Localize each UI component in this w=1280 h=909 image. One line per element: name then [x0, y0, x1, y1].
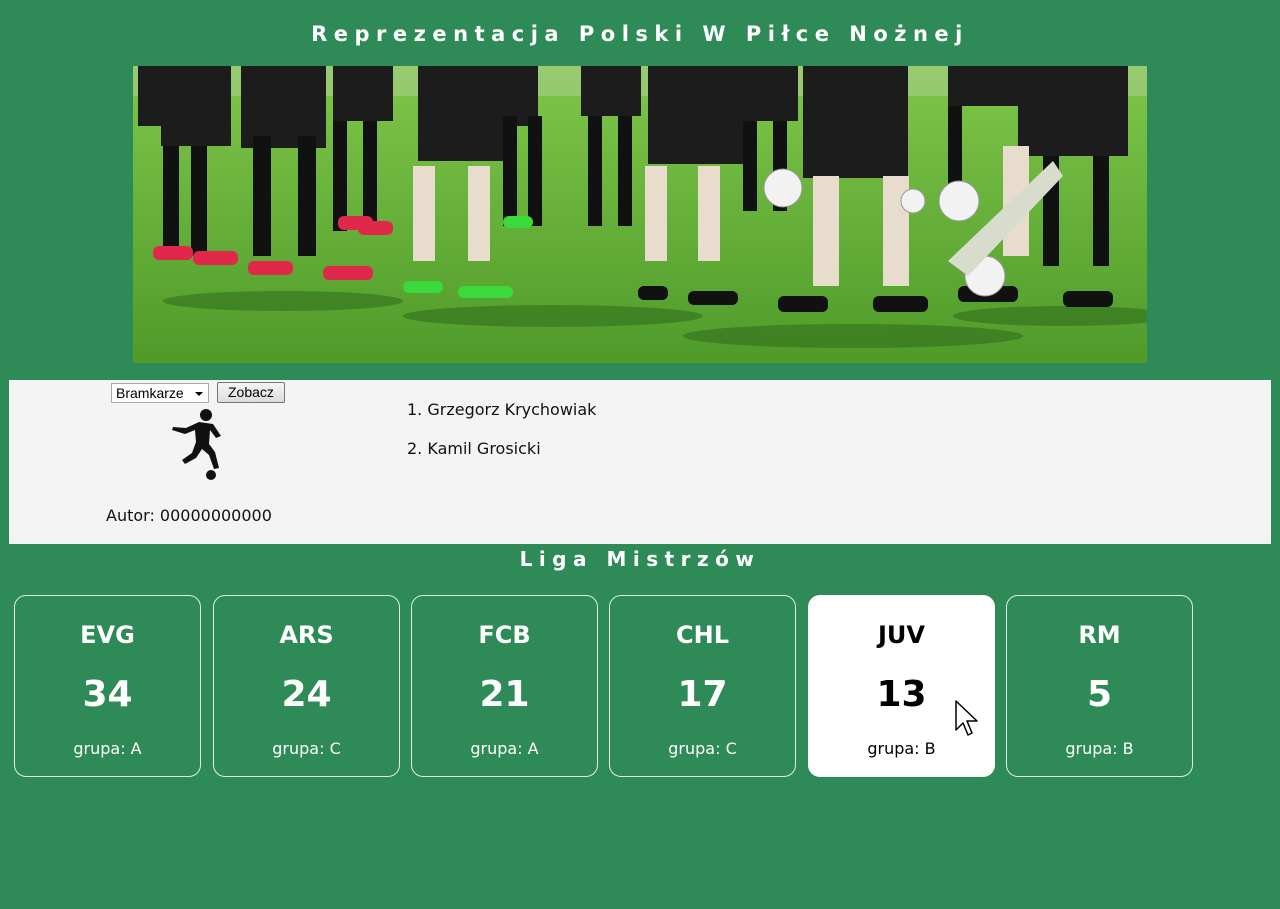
team-points: 24	[281, 674, 332, 715]
page: Reprezentacja Polski W Piłce Nożnej Bram…	[0, 0, 1280, 909]
team-training-photo	[133, 66, 1147, 363]
mouse-pointer-icon	[955, 700, 978, 736]
show-button[interactable]: Zobacz	[217, 382, 285, 403]
position-select-value: Bramkarze	[116, 384, 184, 401]
page-title: Reprezentacja Polski W Piłce Nożnej	[311, 22, 969, 46]
team-code: JUV	[878, 621, 925, 649]
team-code: CHL	[676, 621, 729, 649]
league-title: Liga Mistrzów	[519, 547, 761, 571]
filter-controls: Bramkarze Zobacz	[111, 382, 285, 403]
players-panel: Bramkarze Zobacz Autor: 00000000000 1. G…	[9, 380, 1271, 544]
player-list: 1. Grzegorz Krychowiak 2. Kamil Grosicki	[407, 398, 596, 476]
team-points: 21	[479, 674, 530, 715]
football-player-silhouette-icon	[172, 409, 221, 480]
team-group: grupa: A	[470, 739, 539, 758]
team-card-ars[interactable]: ARS 24 grupa: C	[213, 595, 400, 777]
position-select[interactable]: Bramkarze	[111, 382, 209, 403]
team-code: ARS	[279, 621, 334, 649]
team-points: 34	[82, 674, 133, 715]
team-group: grupa: A	[73, 739, 142, 758]
team-group: grupa: B	[1065, 739, 1134, 758]
team-code: FCB	[478, 621, 531, 649]
team-card-fcb[interactable]: FCB 21 grupa: A	[411, 595, 598, 777]
team-card-rm[interactable]: RM 5 grupa: B	[1006, 595, 1193, 777]
team-group: grupa: C	[272, 739, 341, 758]
team-points: 5	[1086, 674, 1113, 715]
list-item: 1. Grzegorz Krychowiak	[407, 400, 597, 419]
team-points: 17	[677, 674, 728, 715]
team-code: RM	[1078, 621, 1121, 649]
team-card-juv[interactable]: JUV 13 grupa: B	[808, 595, 995, 777]
author-label: Autor: 00000000000	[106, 506, 272, 525]
team-card-evg[interactable]: EVG 34 grupa: A	[14, 595, 201, 777]
banner-image	[133, 66, 1147, 363]
chevron-down-icon	[195, 391, 203, 396]
team-card-chl[interactable]: CHL 17 grupa: C	[609, 595, 796, 777]
team-code: EVG	[80, 621, 135, 649]
list-item: 2. Kamil Grosicki	[407, 439, 541, 458]
team-group: grupa: B	[867, 739, 936, 758]
team-group: grupa: C	[668, 739, 737, 758]
